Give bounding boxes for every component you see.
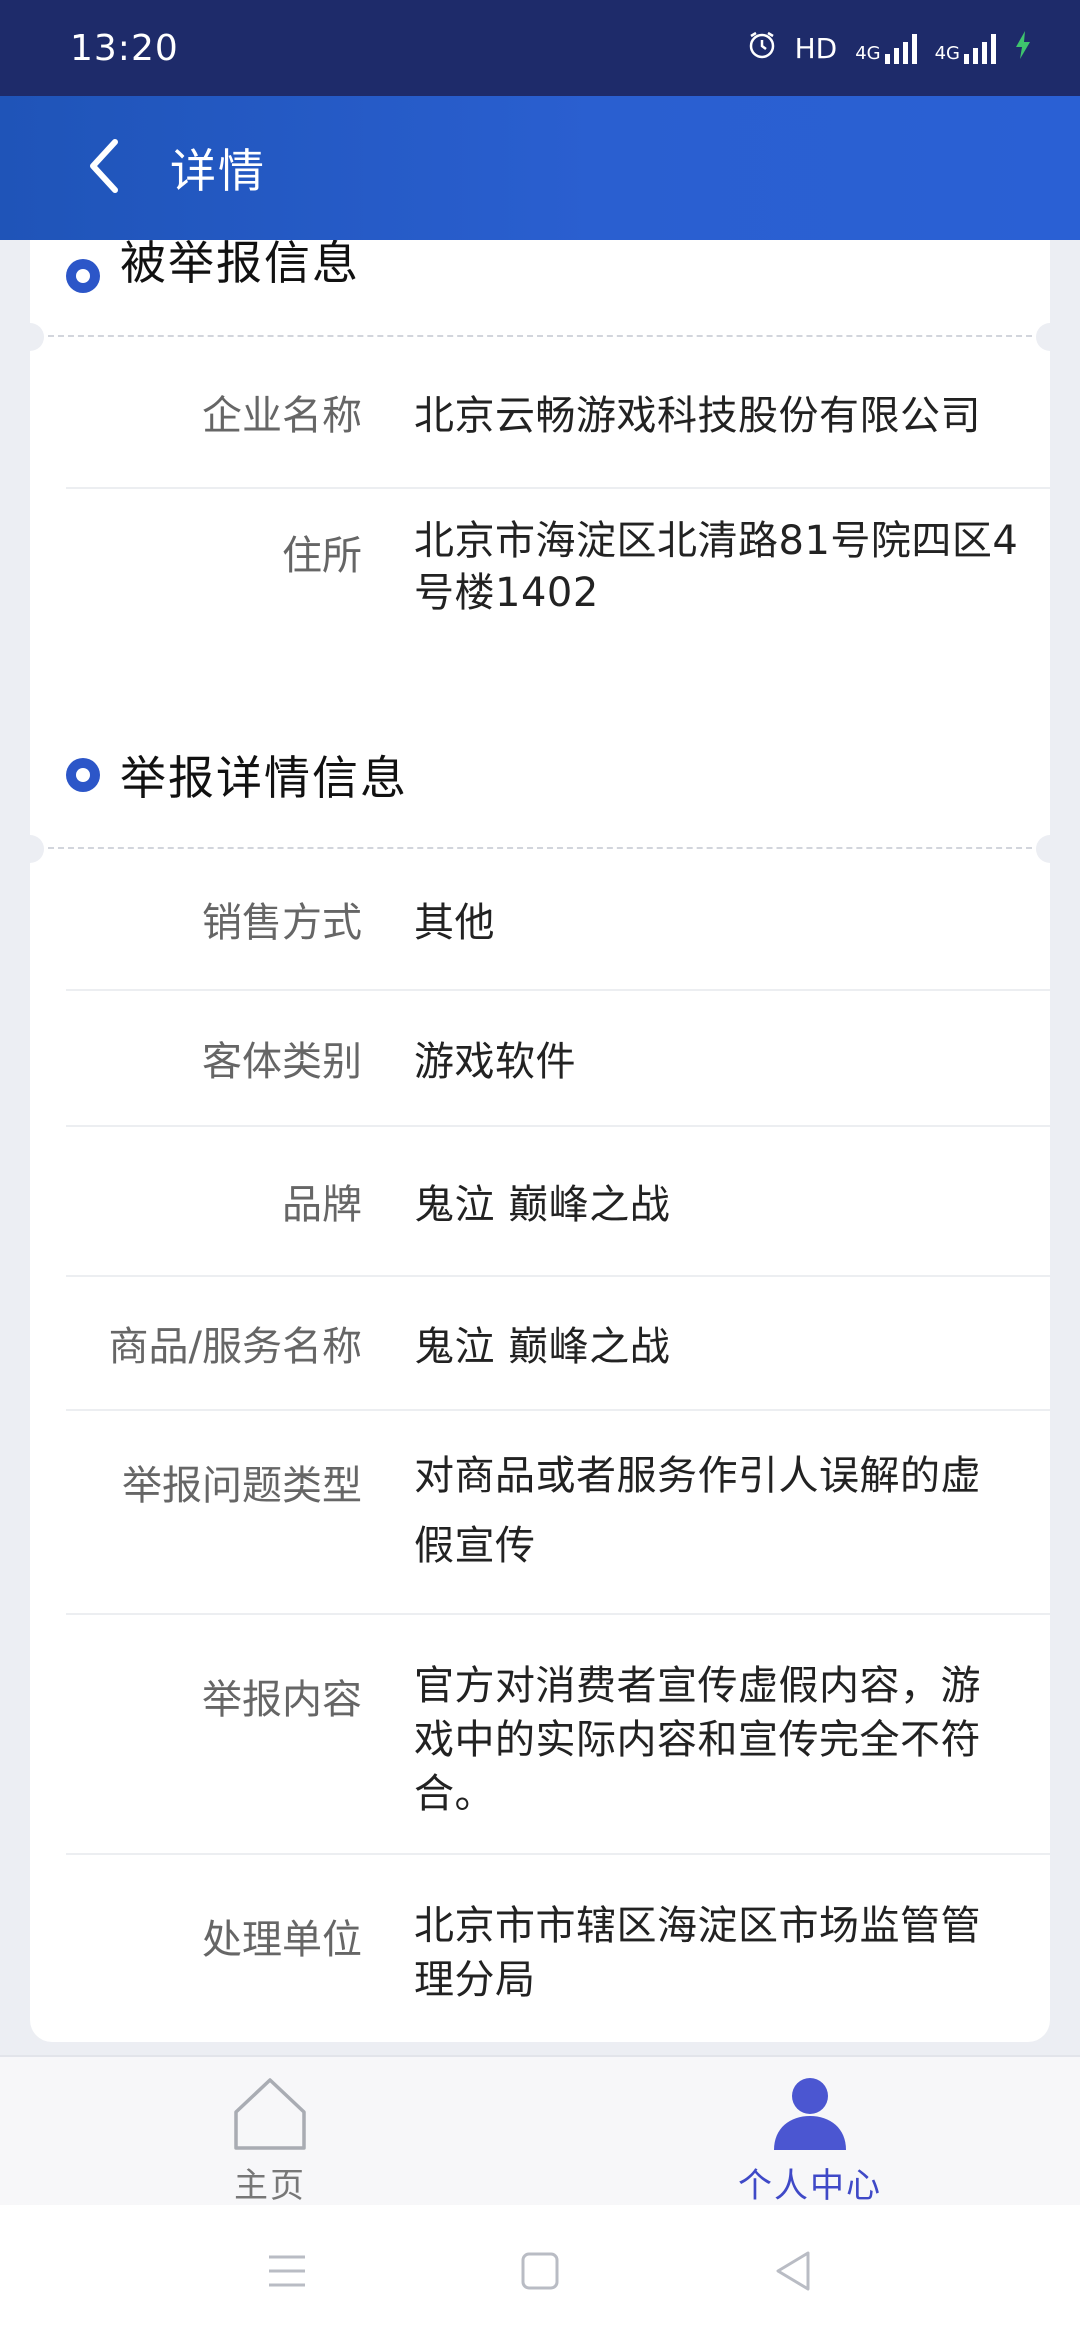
bullet-icon — [66, 757, 100, 792]
detail-row: 销售方式 其他 — [66, 849, 1050, 991]
row-value: 游戏软件 — [414, 1039, 576, 1085]
system-nav-bar — [0, 2205, 1080, 2340]
row-value: 鬼泣 巅峰之战 — [414, 1324, 671, 1370]
bullet-icon — [66, 259, 100, 293]
nav-profile-label: 个人中心 — [738, 2166, 882, 2206]
home-icon — [225, 2073, 315, 2152]
info-row: 住所 北京市海淀区北清路81号院四区4号楼1402 — [66, 489, 1050, 659]
row-label: 举报内容 — [202, 1677, 362, 1723]
app-header: 详情 — [0, 96, 1080, 240]
row-label: 住所 — [282, 533, 362, 579]
row-label: 客体类别 — [202, 1039, 362, 1085]
row-label: 品牌 — [282, 1182, 362, 1228]
detail-row: 举报内容 官方对消费者宣传虚假内容，游戏中的实际内容和宣传完全不符合。 — [66, 1615, 1050, 1855]
row-value: 官方对消费者宣传虚假内容，游戏中的实际内容和宣传完全不符合。 — [414, 1663, 981, 1817]
signal-icon — [884, 32, 917, 64]
section-title: 被举报信息 — [120, 240, 360, 290]
home-system-button[interactable] — [505, 2238, 575, 2308]
row-label: 销售方式 — [202, 900, 362, 946]
charging-icon — [1014, 30, 1032, 67]
alarm-icon — [747, 30, 777, 67]
section-title: 举报详情信息 — [120, 750, 408, 805]
detail-row: 举报问题类型 对商品或者服务作引人误解的虚假宣传 — [66, 1411, 1050, 1615]
chevron-left-icon — [85, 138, 125, 198]
nav-home-label: 主页 — [234, 2166, 306, 2206]
row-value: 对商品或者服务作引人误解的虚假宣传 — [414, 1453, 981, 1569]
report-details-header: 举报详情信息 — [30, 702, 1050, 847]
row-value: 北京云畅游戏科技股份有限公司 — [414, 393, 981, 439]
status-icons: HD 4G 4G — [747, 30, 1032, 67]
dashed-divider — [16, 323, 1064, 351]
menu-button[interactable] — [252, 2238, 322, 2308]
row-label: 处理单位 — [202, 1917, 362, 1963]
signal-icon — [964, 32, 996, 64]
row-label: 举报问题类型 — [122, 1463, 362, 1509]
row-value: 北京市市辖区海淀区市场监管管理分局 — [414, 1903, 981, 2003]
menu-icon — [267, 2254, 307, 2292]
detail-row: 客体类别 游戏软件 — [66, 991, 1050, 1127]
reported-info-header: 被举报信息 — [30, 240, 1050, 335]
page-title: 详情 — [170, 144, 266, 198]
hd-label: HD — [794, 31, 838, 65]
detail-row: 商品/服务名称 鬼泣 巅峰之战 — [66, 1277, 1050, 1411]
row-value: 其他 — [414, 900, 495, 946]
info-row: 企业名称 北京云畅游戏科技股份有限公司 — [66, 337, 1050, 489]
report-details-card: 举报详情信息 销售方式 其他 客体类别 游戏软件 品牌 鬼泣 巅峰之战 商品/服… — [16, 702, 1064, 2042]
content-scroll[interactable]: 被举报信息 企业名称 北京云畅游戏科技股份有限公司 住所 北京市海淀区北清路81… — [0, 240, 1080, 2055]
square-icon — [521, 2252, 559, 2294]
dashed-divider — [16, 835, 1064, 863]
back-system-button[interactable] — [758, 2238, 828, 2308]
nav-home[interactable]: 主页 — [0, 2057, 540, 2207]
person-icon — [765, 2073, 855, 2152]
detail-row: 处理单位 北京市市辖区海淀区市场监管管理分局 — [66, 1855, 1050, 2035]
row-value: 北京市海淀区北清路81号院四区4号楼1402 — [414, 518, 1019, 616]
bottom-nav: 主页 个人中心 — [0, 2055, 1080, 2207]
detail-row: 品牌 鬼泣 巅峰之战 — [66, 1127, 1050, 1277]
network-type-1: 4G — [855, 43, 881, 64]
row-label: 企业名称 — [202, 393, 362, 439]
nav-profile[interactable]: 个人中心 — [540, 2057, 1080, 2207]
triangle-back-icon — [774, 2250, 812, 2296]
back-button[interactable] — [60, 123, 150, 213]
row-label: 商品/服务名称 — [108, 1324, 362, 1370]
row-value: 鬼泣 巅峰之战 — [414, 1182, 671, 1228]
status-time: 13:20 — [70, 27, 179, 69]
status-bar: 13:20 HD 4G 4G — [0, 0, 1080, 96]
network-type-2: 4G — [934, 43, 960, 64]
